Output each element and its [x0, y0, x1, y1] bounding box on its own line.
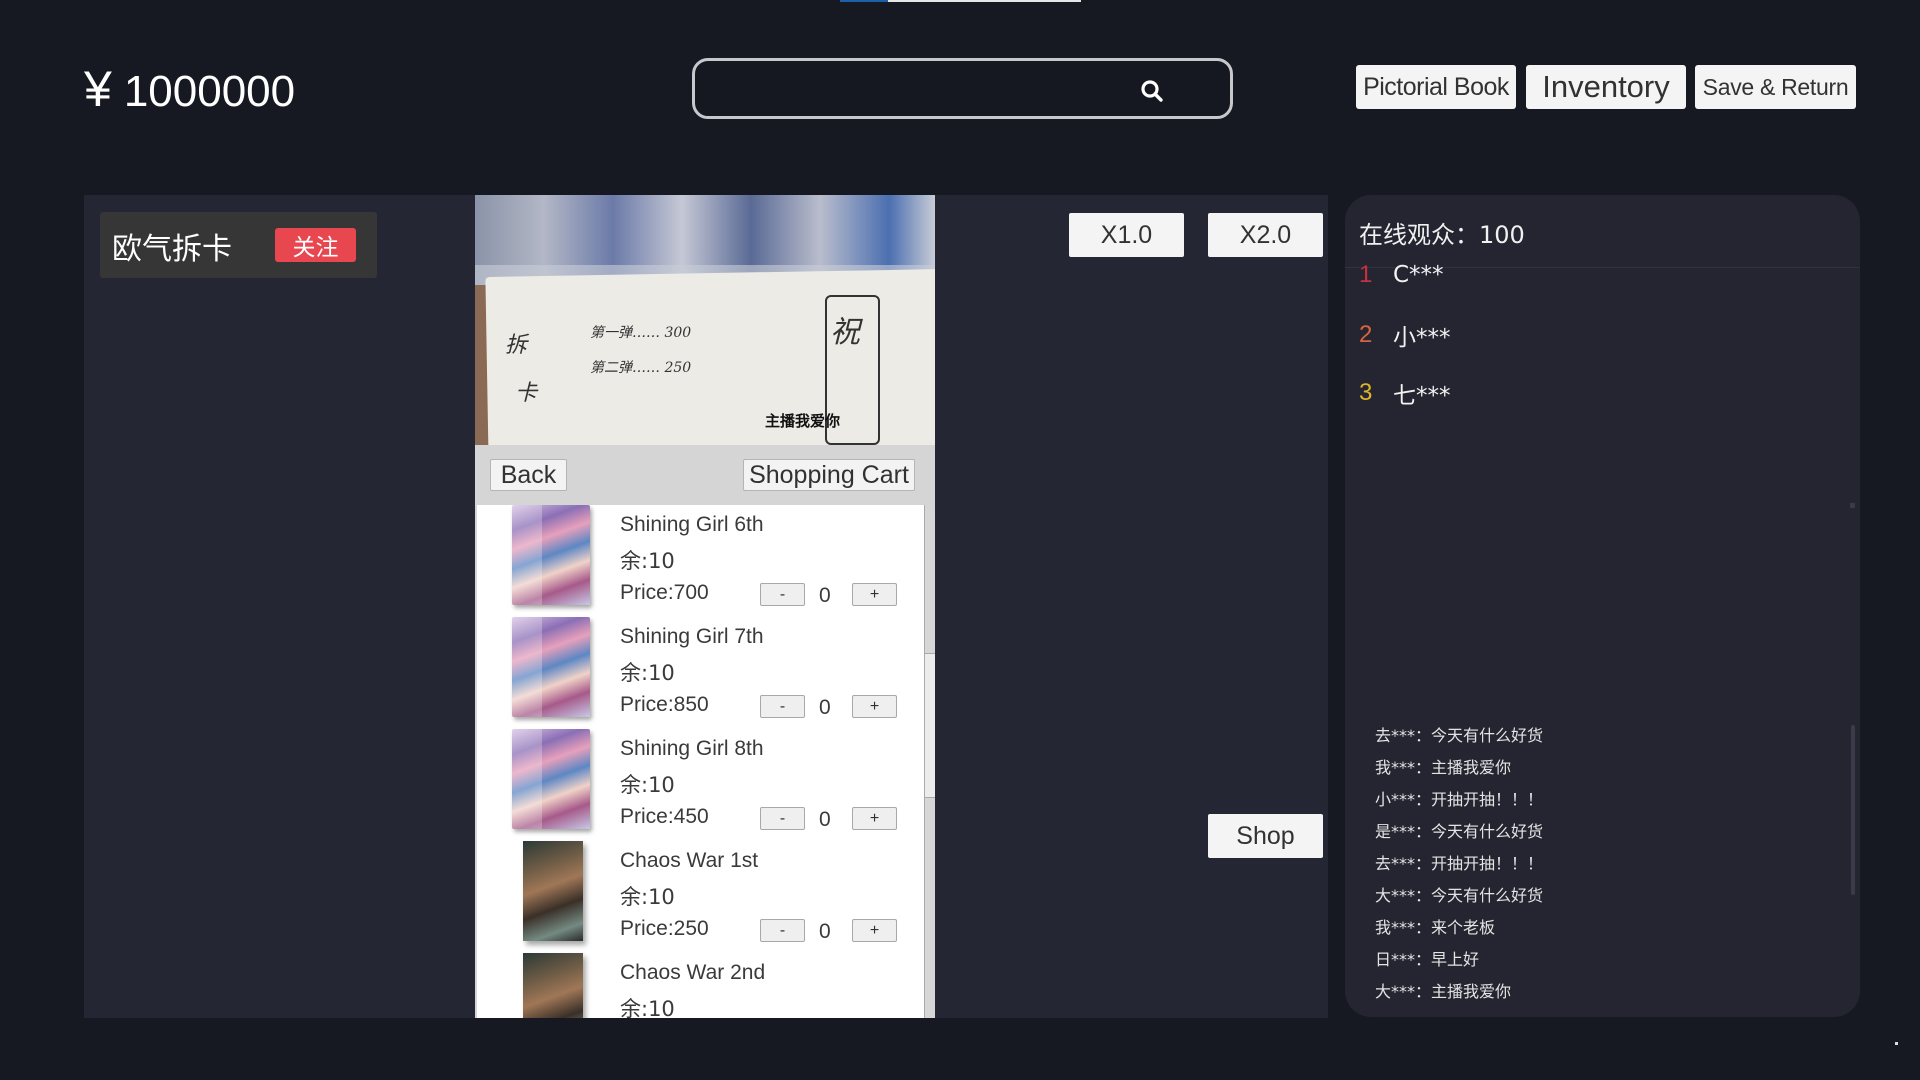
product-stock: 余:10: [620, 661, 675, 685]
chat-message: 我***：主播我爱你: [1375, 758, 1512, 777]
increase-quantity-button[interactable]: +: [852, 807, 897, 830]
increase-quantity-button[interactable]: +: [852, 695, 897, 718]
money-amount: 1000000: [123, 67, 296, 116]
shopping-cart-button[interactable]: Shopping Cart: [743, 459, 915, 491]
chat-messages: 去***：今天有什么好货 我***：主播我爱你 小***：开抽开抽！！！ 是**…: [1375, 720, 1543, 1008]
rank-user: 七***: [1393, 383, 1451, 409]
yen-icon: ¥: [84, 61, 112, 117]
handwriting-text: 拆: [505, 333, 528, 358]
handwriting-text: 卡: [515, 381, 538, 406]
decrease-quantity-button[interactable]: -: [760, 695, 805, 718]
product-price: Price:450: [620, 805, 709, 828]
increase-quantity-button[interactable]: +: [852, 919, 897, 942]
handwriting-text: 祝: [830, 315, 860, 350]
product-stock: 余:10: [620, 773, 675, 797]
live-video: 拆 卡 第一弹…… 300 第二弹…… 250 祝 主播我爱你: [475, 195, 935, 445]
pictorial-book-button[interactable]: Pictorial Book: [1356, 65, 1516, 109]
chat-message: 大***：今天有什么好货: [1375, 886, 1544, 905]
chat-message: 小***：开抽开抽！！！: [1375, 790, 1544, 809]
rank-user: 小***: [1393, 325, 1451, 351]
product-price: Price:250: [620, 917, 709, 940]
chat-message: 日***：早上好: [1375, 950, 1480, 969]
handwriting-text: 第二弹…… 250: [590, 360, 692, 376]
streamer-tag: 欧气拆卡 关注: [100, 212, 377, 278]
inventory-button[interactable]: Inventory: [1526, 65, 1686, 109]
audience-panel: 在线观众：100 1 C*** 2 小*** 3 七*** 去***：今天有什么…: [1345, 195, 1860, 1017]
ranking-item: 1 C***: [1359, 261, 1444, 289]
chat-message: 我***：来个老板: [1375, 918, 1496, 937]
back-button[interactable]: Back: [490, 459, 567, 491]
handwriting-text: 第一弹…… 300: [590, 325, 692, 341]
rank-number: 1: [1359, 261, 1373, 288]
top-progress-segment: [840, 0, 888, 2]
ranking-scrollbar-arrow[interactable]: [1850, 503, 1855, 508]
chat-message: 是***：今天有什么好货: [1375, 822, 1544, 841]
product-name: Shining Girl 7th: [620, 625, 764, 648]
product-name: Chaos War 1st: [620, 849, 759, 872]
chat-message: 去***：开抽开抽！！！: [1375, 854, 1544, 873]
save-return-button[interactable]: Save & Return: [1695, 65, 1856, 109]
product-stock: 余:10: [620, 885, 675, 909]
search-icon[interactable]: [1139, 78, 1165, 104]
product-stock: 余:10: [620, 997, 675, 1018]
top-progress-indicator: [840, 0, 1081, 2]
shop-list-scroll-thumb[interactable]: [925, 653, 935, 798]
quantity-value: 0: [819, 584, 831, 607]
search-box[interactable]: [692, 58, 1233, 119]
shop-item: Shining Girl 7th 余:10 Price:850 - 0 +: [477, 617, 917, 729]
product-image: [523, 841, 583, 941]
shop-item: Chaos War 1st 余:10 Price:250 - 0 +: [477, 841, 917, 953]
product-image: [512, 729, 590, 829]
product-name: Chaos War 2nd: [620, 961, 766, 984]
shop-header: Back Shopping Cart: [475, 445, 935, 505]
ranking-item: 2 小***: [1359, 318, 1451, 352]
cursor-indicator: [1895, 1042, 1898, 1045]
product-image: [512, 505, 590, 605]
streamer-name: 欧气拆卡: [112, 232, 232, 267]
shop-item: Chaos War 2nd 余:10: [477, 953, 917, 1018]
money-display: ¥ 1000000: [84, 60, 295, 118]
chat-message: 去***：今天有什么好货: [1375, 726, 1544, 745]
shop-list-scrollbar[interactable]: [924, 505, 935, 1018]
product-name: Shining Girl 8th: [620, 737, 764, 760]
speed-x2-button[interactable]: X2.0: [1208, 213, 1323, 257]
product-image: [523, 953, 583, 1018]
increase-quantity-button[interactable]: +: [852, 583, 897, 606]
decrease-quantity-button[interactable]: -: [760, 807, 805, 830]
shop-item-list[interactable]: Shining Girl 6th 余:10 Price:700 - 0 + Sh…: [475, 505, 935, 1018]
decrease-quantity-button[interactable]: -: [760, 583, 805, 606]
product-price: Price:850: [620, 693, 709, 716]
rank-number: 2: [1359, 321, 1373, 348]
product-name: Shining Girl 6th: [620, 513, 764, 536]
chat-message: 大***：主播我爱你: [1375, 982, 1512, 1001]
shop-button[interactable]: Shop: [1208, 814, 1323, 858]
product-stock: 余:10: [620, 549, 675, 573]
follow-button[interactable]: 关注: [275, 228, 356, 262]
rank-number: 3: [1359, 379, 1373, 406]
danmaku-overlay: 主播我爱你: [765, 412, 841, 430]
decrease-quantity-button[interactable]: -: [760, 919, 805, 942]
quantity-value: 0: [819, 920, 831, 943]
rank-user: C***: [1393, 262, 1444, 288]
product-price: Price:700: [620, 581, 709, 604]
chat-scrollbar[interactable]: [1851, 725, 1855, 895]
ranking-item: 3 七***: [1359, 376, 1451, 410]
shop-item: Shining Girl 6th 余:10 Price:700 - 0 +: [477, 505, 917, 617]
speed-x1-button[interactable]: X1.0: [1069, 213, 1184, 257]
online-viewers-count: 在线观众：100: [1359, 221, 1525, 249]
quantity-value: 0: [819, 808, 831, 831]
search-input[interactable]: [711, 69, 1131, 109]
quantity-value: 0: [819, 696, 831, 719]
shop-item: Shining Girl 8th 余:10 Price:450 - 0 +: [477, 729, 917, 841]
product-image: [512, 617, 590, 717]
